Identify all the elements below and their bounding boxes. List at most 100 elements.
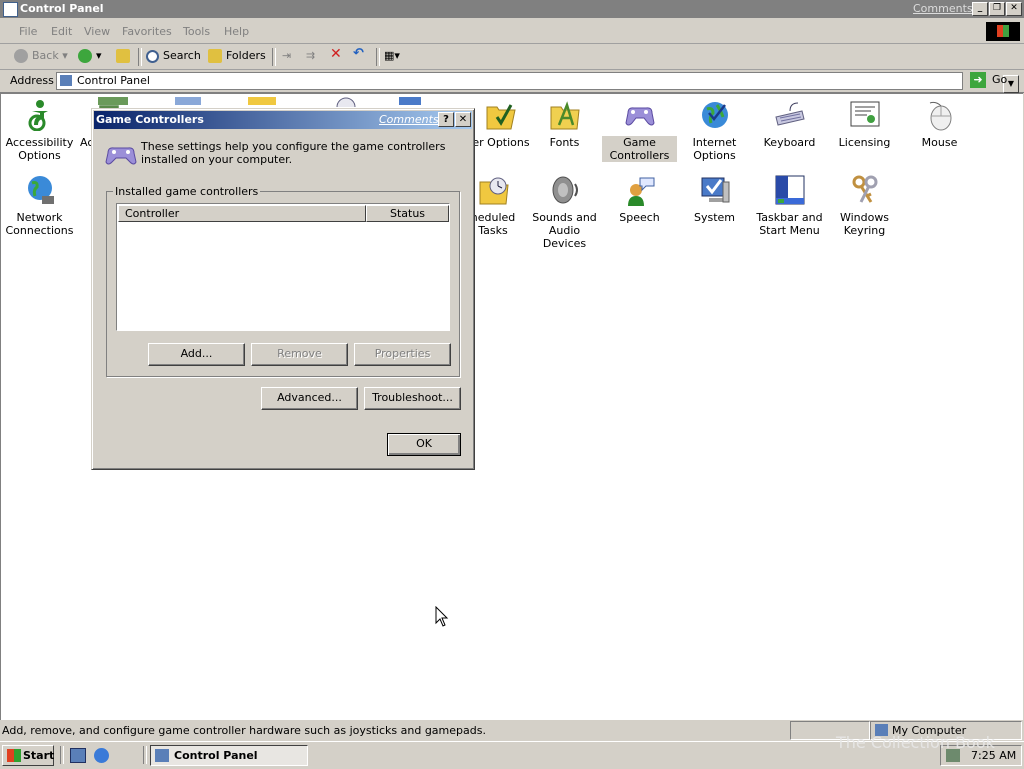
advanced-button[interactable]: Advanced... bbox=[261, 387, 358, 410]
display-icon bbox=[399, 97, 421, 105]
cp-item-label: Mouse bbox=[921, 136, 958, 149]
cp-item-game-controllers[interactable]: Game Controllers bbox=[602, 99, 677, 162]
window-title-bar[interactable]: Control Panel Comments? _ ❐ ✕ bbox=[0, 0, 1024, 18]
status-message: Add, remove, and configure game controll… bbox=[2, 724, 486, 737]
cp-item-taskbar-and-start-menu[interactable]: Taskbar and Start Menu bbox=[752, 174, 827, 237]
go-arrow-icon: ➜ bbox=[970, 72, 986, 88]
game-controllers-dialog: Game Controllers Comments? ? ✕ These set… bbox=[91, 108, 475, 470]
menu-favorites[interactable]: Favorites bbox=[122, 25, 172, 38]
restore-icon[interactable]: ❐ bbox=[989, 2, 1005, 16]
accessibility-icon bbox=[28, 100, 48, 131]
menu-tools[interactable]: Tools bbox=[183, 25, 210, 38]
go-button[interactable]: ➜ Go bbox=[968, 71, 1018, 90]
undo-icon[interactable]: ↶ bbox=[353, 46, 364, 62]
windows-flag-icon bbox=[7, 749, 21, 762]
cp-item-mouse[interactable]: Mouse bbox=[902, 99, 977, 149]
forward-button[interactable]: ▾ bbox=[78, 48, 102, 64]
cp-item-label: System bbox=[693, 211, 736, 224]
address-input[interactable]: Control Panel ▼ bbox=[56, 72, 1019, 93]
keyboard-icon bbox=[774, 102, 805, 126]
cp-item-label: Windows Keyring bbox=[839, 211, 890, 237]
properties-button[interactable]: Properties bbox=[354, 343, 451, 366]
help-icon[interactable]: ? bbox=[438, 112, 454, 127]
windows-logo-icon bbox=[986, 22, 1020, 41]
menu-edit[interactable]: Edit bbox=[51, 25, 72, 38]
cp-item-folder-options[interactable]: er Options bbox=[466, 99, 536, 149]
start-button[interactable]: Start bbox=[2, 745, 54, 766]
folders-button[interactable]: Folders bbox=[208, 48, 266, 64]
add-remove-programs-icon bbox=[98, 97, 128, 105]
folder-icon bbox=[248, 97, 276, 105]
copy-to-button[interactable]: ⇉ bbox=[306, 48, 315, 64]
add-button[interactable]: Add... bbox=[148, 343, 245, 366]
scheduled-tasks-icon bbox=[479, 177, 509, 205]
controller-list[interactable]: Controller Status bbox=[116, 203, 450, 331]
back-arrow-icon bbox=[14, 49, 28, 63]
toolbar-separator bbox=[138, 48, 142, 66]
move-to-button[interactable]: ⇥ bbox=[282, 48, 291, 64]
address-label: Address bbox=[10, 74, 54, 87]
mouse-icon bbox=[929, 101, 951, 131]
address-value: Control Panel bbox=[77, 74, 150, 87]
close-icon[interactable]: ✕ bbox=[455, 112, 471, 127]
views-button[interactable]: ▦▾ bbox=[384, 48, 400, 64]
cp-item-accessibility-options[interactable]: Accessibility Options bbox=[2, 99, 77, 162]
taskbar-item-label: Control Panel bbox=[174, 749, 258, 762]
date-time-icon bbox=[336, 97, 356, 107]
column-header-controller[interactable]: Controller bbox=[118, 205, 366, 222]
up-folder-icon bbox=[116, 49, 130, 63]
back-button[interactable]: Back ▾ bbox=[14, 48, 68, 64]
show-desktop-icon[interactable] bbox=[70, 748, 86, 763]
troubleshoot-button[interactable]: Troubleshoot... bbox=[364, 387, 461, 410]
certificate-icon bbox=[850, 101, 879, 127]
taskbar-icon bbox=[775, 175, 804, 205]
menu-help[interactable]: Help bbox=[224, 25, 249, 38]
cp-item-fonts[interactable]: Fonts bbox=[527, 99, 602, 149]
dialog-comments-link[interactable]: Comments? bbox=[379, 113, 444, 126]
internet-explorer-icon[interactable] bbox=[94, 748, 109, 763]
cp-item-internet-options[interactable]: Internet Options bbox=[677, 99, 752, 162]
close-icon[interactable]: ✕ bbox=[1006, 2, 1022, 16]
folders-label: Folders bbox=[226, 49, 266, 62]
toolbar-separator bbox=[272, 48, 276, 66]
comments-link[interactable]: Comments? bbox=[913, 2, 978, 15]
keys-icon bbox=[852, 175, 877, 203]
remove-button[interactable]: Remove bbox=[251, 343, 348, 366]
address-bar: Address Control Panel ▼ ➜ Go bbox=[0, 70, 1024, 93]
gamepad-icon bbox=[624, 107, 655, 126]
menu-view[interactable]: View bbox=[84, 25, 110, 38]
cp-item-label: Speech bbox=[619, 211, 660, 224]
search-icon bbox=[146, 49, 159, 63]
menu-bar: File Edit View Favorites Tools Help bbox=[0, 19, 1024, 44]
delete-icon[interactable]: ✕ bbox=[330, 46, 342, 62]
dialog-description: These settings help you configure the ga… bbox=[141, 140, 446, 166]
cp-item-sounds-and-audio-devices[interactable]: Sounds and Audio Devices bbox=[527, 174, 602, 250]
cp-item-label: er Options bbox=[472, 136, 530, 149]
taskbar-item-control-panel[interactable]: Control Panel bbox=[150, 745, 308, 766]
minimize-icon[interactable]: _ bbox=[972, 2, 988, 16]
dialog-title-bar[interactable]: Game Controllers Comments? ? ✕ bbox=[94, 111, 472, 129]
up-folder-button[interactable] bbox=[116, 48, 134, 64]
cp-item-label: Network Connections bbox=[5, 211, 74, 237]
search-button[interactable]: Search bbox=[146, 48, 201, 64]
fonts-folder-icon bbox=[550, 101, 580, 130]
cp-item-label: Accessibility Options bbox=[5, 136, 74, 162]
go-label: Go bbox=[992, 73, 1008, 86]
system-icon bbox=[701, 177, 729, 203]
cp-item-label: Keyboard bbox=[763, 136, 816, 149]
forward-arrow-icon bbox=[78, 49, 92, 63]
mouse-cursor-icon bbox=[435, 606, 449, 627]
cp-item-network-connections[interactable]: Network Connections bbox=[2, 174, 77, 237]
cp-item-label: Game Controllers bbox=[602, 136, 677, 162]
column-header-status[interactable]: Status bbox=[366, 205, 449, 222]
cp-item-licensing[interactable]: Licensing bbox=[827, 99, 902, 149]
cp-item-speech[interactable]: Speech bbox=[602, 174, 677, 224]
ok-button[interactable]: OK bbox=[387, 433, 461, 456]
standard-toolbar: Back ▾ ▾ Search Folders ⇥ ⇉ ✕ ↶ ▦▾ bbox=[0, 44, 1024, 70]
group-label: Installed game controllers bbox=[113, 185, 261, 198]
cp-item-system[interactable]: System bbox=[677, 174, 752, 224]
taskbar-separator bbox=[143, 746, 147, 764]
cp-item-keyboard[interactable]: Keyboard bbox=[752, 99, 827, 149]
cp-item-windows-keyring[interactable]: Windows Keyring bbox=[827, 174, 902, 237]
menu-file[interactable]: File bbox=[19, 25, 37, 38]
